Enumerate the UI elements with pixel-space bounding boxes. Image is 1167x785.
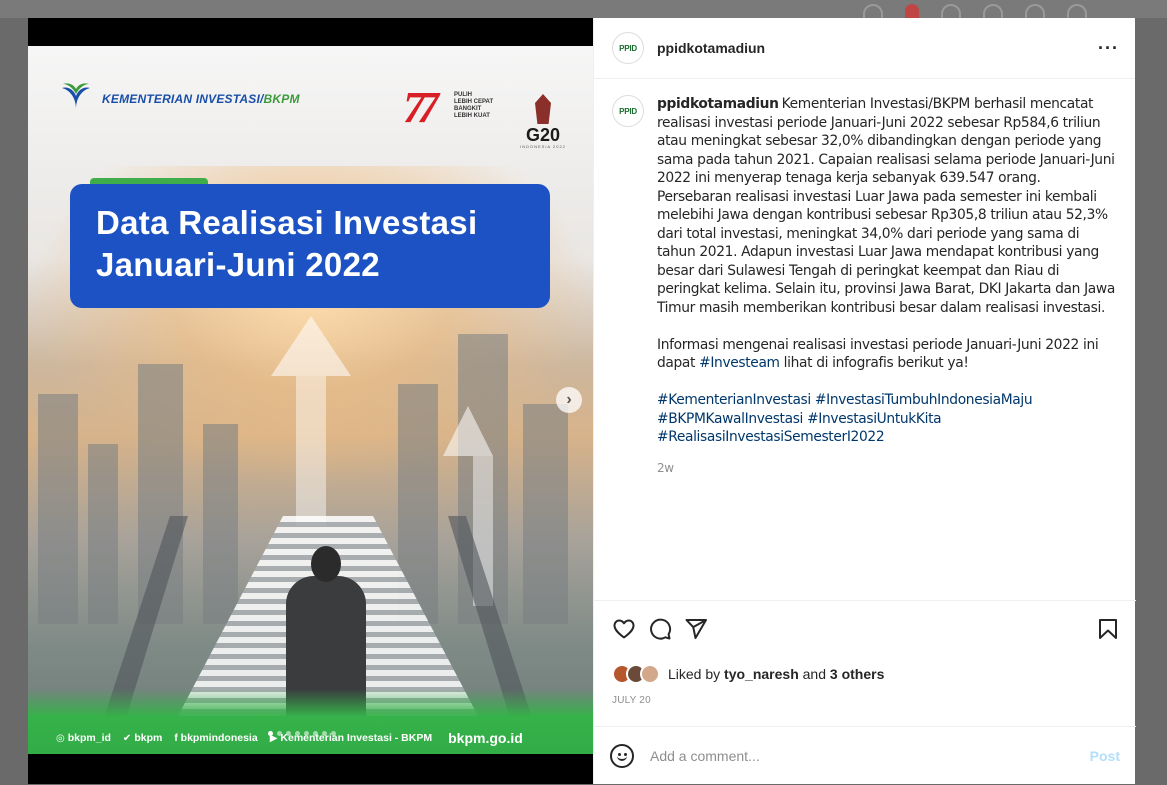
hashtag-link[interactable]: #RealisasiInvestasiSemesterI2022 [657, 429, 885, 445]
post-username[interactable]: ppidkotamadiun [657, 40, 765, 56]
caption-info-text: lihat di infografis berikut ya! [779, 355, 969, 371]
post-modal: KEMENTERIAN INVESTASI/BKPM 77 PULIH LEBI… [28, 18, 1136, 784]
caption-gap [657, 373, 1117, 392]
social-facebook: f bkpmindonesia [174, 732, 257, 744]
hut-tagline-line: LEBIH CEPAT [454, 99, 494, 105]
poster-title-line1: Data Realisasi Investasi [96, 204, 478, 241]
hut-tagline-line: LEBIH KUAT [454, 113, 490, 119]
social-label: bkpmindonesia [180, 732, 258, 744]
poster-arrow-up [271, 316, 351, 376]
ministry-name: KEMENTERIAN INVESTASI/ [102, 92, 264, 106]
carousel-dot[interactable] [286, 731, 291, 736]
bkpm-logo-icon [62, 83, 90, 109]
social-label: bkpm_id [67, 732, 111, 744]
comment-icon[interactable] [648, 617, 672, 641]
carousel-dot[interactable] [268, 731, 273, 736]
carousel-dot[interactable] [277, 731, 282, 736]
more-horizontal-icon[interactable]: ··· [1098, 38, 1119, 59]
ministry-logo-text: KEMENTERIAN INVESTASI/BKPM [102, 92, 300, 106]
poster-building [88, 444, 118, 624]
add-post-icon [941, 4, 961, 18]
social-twitter: ✔ bkpm [123, 732, 162, 744]
g20-emblem-icon [535, 94, 551, 124]
post-actions [594, 600, 1136, 644]
post-details-panel: PPID ppidkotamadiun ··· PPID ppidkotamad… [593, 18, 1136, 784]
profile-avatar-icon [1067, 4, 1087, 18]
emoji-icon[interactable] [610, 743, 634, 768]
poster-businessman-head [311, 546, 341, 582]
post-header: PPID ppidkotamadiun ··· [594, 18, 1135, 79]
hashtag-link[interactable]: #BKPMKawalInvestasi [657, 411, 803, 427]
hut-tagline-line: PULIH [454, 92, 472, 98]
hashtag-link[interactable]: #KementerianInvestasi [657, 392, 811, 408]
post-date[interactable]: JULY 20 [612, 695, 651, 706]
carousel-dots [268, 731, 336, 736]
facebook-icon: f [174, 733, 178, 744]
poster-website: bkpm.go.id [448, 730, 523, 746]
share-send-icon[interactable] [684, 617, 708, 641]
caption-info: Informasi mengenai realisasi investasi p… [657, 336, 1117, 373]
g20-text: G20 [525, 125, 561, 145]
notification-badge-icon [905, 4, 919, 18]
home-icon [863, 4, 883, 18]
instagram-icon: ◎ [56, 733, 65, 744]
liked-by-user-link[interactable]: tyo_naresh [724, 666, 799, 682]
background-page-header [0, 0, 1167, 18]
hut-tagline-line: BANGKIT [454, 106, 482, 112]
g20-subtext: INDONESIA 2022 [520, 144, 566, 149]
likes-prefix: Liked by [668, 666, 725, 682]
caption-area: PPID ppidkotamadiun Kementerian Investasi… [594, 79, 1136, 600]
poster-title-line2: Januari-Juni 2022 [96, 246, 380, 283]
avatar-text: PPID [619, 106, 637, 116]
twitter-icon: ✔ [122, 733, 132, 744]
post-comment-button[interactable]: Post [1090, 748, 1120, 764]
post-caption: ppidkotamadiun Kementerian Investasi/BKPM… [657, 95, 1117, 600]
caption-username[interactable]: ppidkotamadiun [657, 96, 779, 112]
liked-by-others-link[interactable]: 3 others [830, 666, 884, 682]
poster-image: KEMENTERIAN INVESTASI/BKPM 77 PULIH LEBI… [28, 46, 593, 754]
poster-arrow-shaft [296, 376, 326, 526]
post-media: KEMENTERIAN INVESTASI/BKPM 77 PULIH LEBI… [28, 18, 593, 784]
likes-summary: Liked by tyo_naresh and 3 others [612, 664, 884, 684]
explore-icon [983, 4, 1003, 18]
comment-box: Post [594, 726, 1136, 784]
background-nav-icons [863, 0, 1087, 18]
bookmark-save-icon[interactable] [1096, 617, 1120, 641]
caption-paragraph: ppidkotamadiun Kementerian Investasi/BKPM… [657, 95, 1117, 188]
carousel-dot[interactable] [331, 731, 336, 736]
poster-title-box: Data Realisasi Investasi Januari-Juni 20… [70, 184, 550, 308]
hashtag-link[interactable]: #Investeam [699, 355, 780, 371]
comment-input[interactable] [650, 747, 1090, 764]
caption-gap [657, 317, 1117, 336]
caption-hashtags: #KementerianInvestasi #InvestasiTumbuhIn… [657, 391, 1117, 447]
poster-building [523, 404, 568, 624]
carousel-dot[interactable] [304, 731, 309, 736]
likes-text: Liked by tyo_naresh and 3 others [668, 666, 884, 682]
social-instagram: ◎ bkpm_id [56, 732, 111, 744]
likes-mid: and [798, 666, 830, 682]
avatar[interactable]: PPID [612, 32, 644, 64]
carousel-next-button[interactable]: › [556, 387, 582, 413]
liker-avatar[interactable] [640, 664, 660, 684]
poster-arrow-up [443, 406, 493, 456]
ministry-abbr: BKPM [263, 92, 300, 106]
like-heart-icon[interactable] [612, 617, 636, 641]
carousel-dot[interactable] [295, 731, 300, 736]
poster-building [38, 394, 78, 624]
social-label: bkpm [134, 732, 163, 744]
heart-icon [1025, 4, 1045, 18]
g20-logo: G20 INDONESIA 2022 [518, 94, 568, 149]
hut-tagline: PULIH LEBIH CEPAT BANGKIT LEBIH KUAT [454, 92, 493, 120]
hut-ri-77-logo: 77 [403, 83, 439, 132]
hashtag-link[interactable]: #InvestasiTumbuhIndonesiaMaju [815, 392, 1033, 408]
carousel-dot[interactable] [313, 731, 318, 736]
carousel-dot[interactable] [322, 731, 327, 736]
hashtag-link[interactable]: #InvestasiUntukKita [807, 411, 942, 427]
poster-building [203, 424, 238, 624]
caption-avatar[interactable]: PPID [612, 95, 644, 127]
caption-paragraph: Persebaran realisasi investasi Luar Jawa… [657, 188, 1115, 316]
avatar-text: PPID [619, 43, 637, 53]
caption-timestamp[interactable]: 2w [657, 459, 1117, 478]
